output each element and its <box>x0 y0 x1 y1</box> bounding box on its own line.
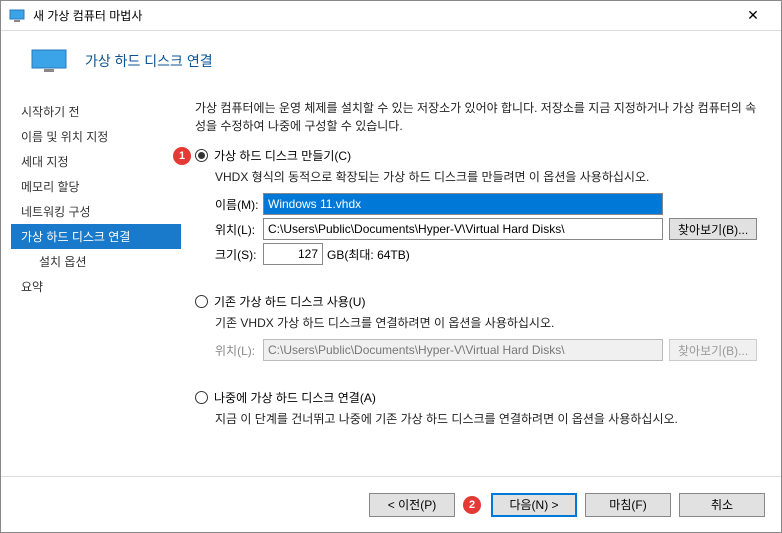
option-attach-later-desc: 지금 이 단계를 건너뛰고 나중에 기존 가상 하드 디스크를 연결하려면 이 … <box>215 410 763 427</box>
location2-label: 위치(L): <box>215 342 263 359</box>
location2-input <box>263 339 663 361</box>
app-icon <box>9 8 25 24</box>
sidebar: 시작하기 전 이름 및 위치 지정 세대 지정 메모리 할당 네트워킹 구성 가… <box>11 95 181 485</box>
size-label: 크기(S): <box>215 246 263 263</box>
footer: < 이전(P) 2 다음(N) > 마침(F) 취소 <box>1 476 781 532</box>
option-use-existing-label: 기존 가상 하드 디스크 사용(U) <box>214 293 365 310</box>
radio-use-existing[interactable] <box>195 295 208 308</box>
header-icon <box>31 49 67 73</box>
option-use-existing-row: 기존 가상 하드 디스크 사용(U) <box>195 293 763 310</box>
size-row: 크기(S): GB(최대: 64TB) <box>215 243 763 265</box>
close-button[interactable]: ✕ <box>733 1 773 31</box>
page-title: 가상 하드 디스크 연결 <box>85 51 213 71</box>
section-use-existing: 기존 가상 하드 디스크 사용(U) 기존 VHDX 가상 하드 디스크를 연결… <box>195 293 763 361</box>
sidebar-item-memory[interactable]: 메모리 할당 <box>11 174 181 199</box>
sidebar-item-before-start[interactable]: 시작하기 전 <box>11 99 181 124</box>
sidebar-item-name-location[interactable]: 이름 및 위치 지정 <box>11 124 181 149</box>
browse-button-2: 찾아보기(B)... <box>669 339 757 361</box>
callout-2: 2 <box>463 496 481 514</box>
browse-button-1[interactable]: 찾아보기(B)... <box>669 218 757 240</box>
cancel-button[interactable]: 취소 <box>679 493 765 517</box>
location2-row: 위치(L): 찾아보기(B)... <box>215 339 763 361</box>
name-input[interactable] <box>263 193 663 215</box>
location-label: 위치(L): <box>215 221 263 238</box>
callout-1: 1 <box>173 147 191 165</box>
section-attach-later: 나중에 가상 하드 디스크 연결(A) 지금 이 단계를 건너뛰고 나중에 기존… <box>195 389 763 427</box>
radio-create-vhd[interactable] <box>195 149 208 162</box>
sidebar-item-networking[interactable]: 네트워킹 구성 <box>11 199 181 224</box>
option-attach-later-label: 나중에 가상 하드 디스크 연결(A) <box>214 389 376 406</box>
window-title: 새 가상 컴퓨터 마법사 <box>33 7 733 24</box>
sidebar-item-summary[interactable]: 요약 <box>11 274 181 299</box>
prev-button[interactable]: < 이전(P) <box>369 493 455 517</box>
page-header: 가상 하드 디스크 연결 <box>1 31 781 95</box>
titlebar: 새 가상 컴퓨터 마법사 ✕ <box>1 1 781 31</box>
content: 시작하기 전 이름 및 위치 지정 세대 지정 메모리 할당 네트워킹 구성 가… <box>1 95 781 485</box>
option-create-vhd-desc: VHDX 형식의 동적으로 확장되는 가상 하드 디스크를 만들려면 이 옵션을… <box>215 168 763 185</box>
option-create-vhd-label: 가상 하드 디스크 만들기(C) <box>214 147 351 164</box>
option-attach-later-row: 나중에 가상 하드 디스크 연결(A) <box>195 389 763 406</box>
size-unit: GB(최대: 64TB) <box>327 246 410 263</box>
size-input[interactable] <box>263 243 323 265</box>
sidebar-item-install-options[interactable]: 설치 옵션 <box>11 249 181 274</box>
name-row: 이름(M): <box>215 193 763 215</box>
option-create-vhd-row: 1 가상 하드 디스크 만들기(C) <box>195 147 763 164</box>
location-input[interactable] <box>263 218 663 240</box>
next-button[interactable]: 다음(N) > <box>491 493 577 517</box>
option-use-existing-desc: 기존 VHDX 가상 하드 디스크를 연결하려면 이 옵션을 사용하십시오. <box>215 314 763 331</box>
sidebar-item-vhd-connect[interactable]: 가상 하드 디스크 연결 <box>11 224 181 249</box>
radio-attach-later[interactable] <box>195 391 208 404</box>
description-text: 가상 컴퓨터에는 운영 체제를 설치할 수 있는 저장소가 있어야 합니다. 저… <box>195 99 763 135</box>
finish-button[interactable]: 마침(F) <box>585 493 671 517</box>
name-label: 이름(M): <box>215 196 263 213</box>
location-row: 위치(L): 찾아보기(B)... <box>215 218 763 240</box>
main-panel: 가상 컴퓨터에는 운영 체제를 설치할 수 있는 저장소가 있어야 합니다. 저… <box>181 95 771 485</box>
sidebar-item-generation[interactable]: 세대 지정 <box>11 149 181 174</box>
